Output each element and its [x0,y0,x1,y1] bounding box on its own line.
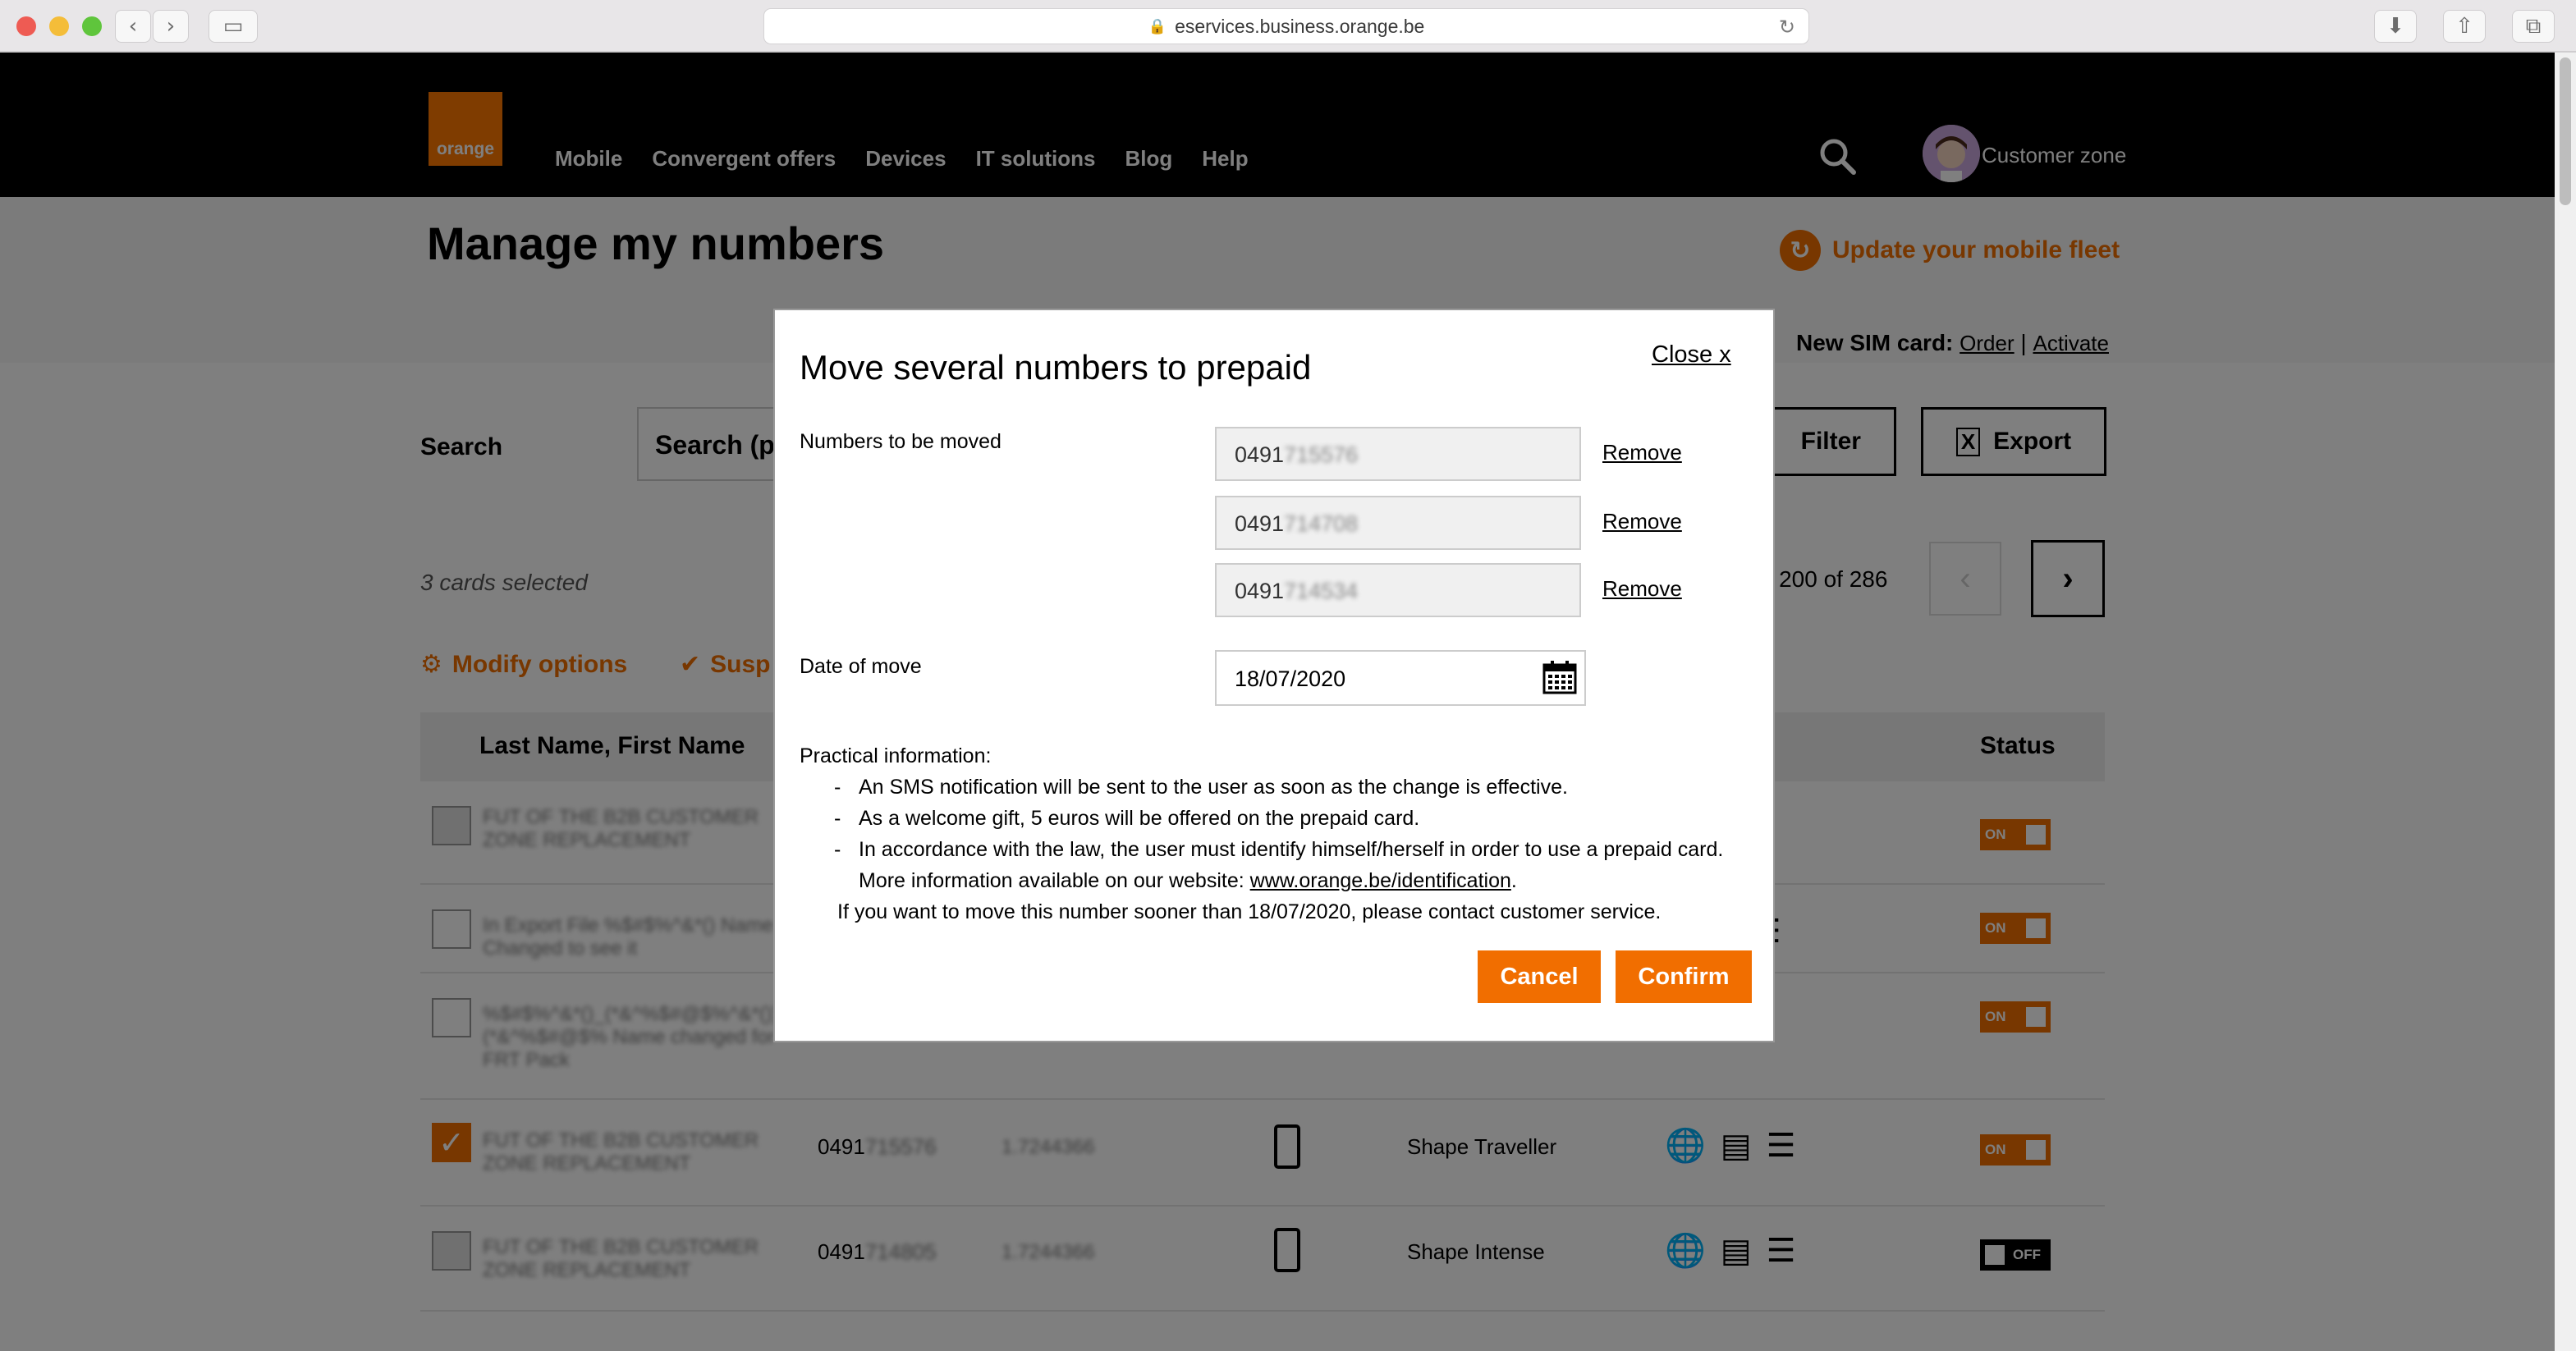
calendar-icon[interactable] [1542,659,1578,695]
number-field: 0491714534 [1215,563,1581,617]
reload-icon[interactable]: ↻ [1779,16,1795,39]
date-label: Date of move [800,655,922,678]
more-info-line: More information available on our websit… [859,869,1517,892]
identification-link[interactable]: www.orange.be/identification [1250,869,1511,892]
sidebar-toggle-icon[interactable]: ▭ [209,10,258,43]
browser-toolbar: ‹ › ▭ 🔒 eservices.business.orange.be ↻ ⬇… [0,0,2576,53]
window-zoom-button[interactable] [82,16,102,36]
share-icon[interactable]: ⇧ [2443,10,2486,43]
sooner-note: If you want to move this number sooner t… [837,900,1662,923]
url-text: eservices.business.orange.be [1175,15,1425,37]
lock-icon: 🔒 [1148,17,1167,34]
dialog-title: Move several numbers to prepaid [800,348,1312,387]
window-minimize-button[interactable] [49,16,69,36]
remove-number-link[interactable]: Remove [1602,509,1682,534]
remove-number-link[interactable]: Remove [1602,440,1682,465]
download-icon[interactable]: ⬇ [2374,10,2417,43]
move-to-prepaid-dialog: Move several numbers to prepaid Close x … [773,309,1775,1042]
number-field: 0491714708 [1215,496,1581,550]
forward-icon[interactable]: › [153,10,189,43]
date-input[interactable]: 18/07/2020 [1215,650,1586,706]
practical-title: Practical information: [800,744,992,767]
number-field: 0491715576 [1215,427,1581,481]
practical-item: - An SMS notification will be sent to the… [834,776,1568,799]
page-scrollbar[interactable] [2555,53,2576,1351]
practical-information: Practical information: - An SMS notificat… [800,740,1760,927]
numbers-label: Numbers to be moved [800,430,1002,453]
close-dialog-link[interactable]: Close x [1652,341,1731,369]
practical-item: - In accordance with the law, the user mu… [834,838,1724,861]
back-icon[interactable]: ‹ [115,10,151,43]
practical-item: - As a welcome gift, 5 euros will be offe… [834,807,1420,830]
address-bar[interactable]: 🔒 eservices.business.orange.be ↻ [763,8,1809,44]
confirm-button[interactable]: Confirm [1616,950,1752,1003]
remove-number-link[interactable]: Remove [1602,576,1682,602]
scrollbar-thumb[interactable] [2560,57,2571,205]
tabs-icon[interactable]: ⧉ [2512,10,2555,43]
window-close-button[interactable] [16,16,36,36]
cancel-button[interactable]: Cancel [1478,950,1601,1003]
